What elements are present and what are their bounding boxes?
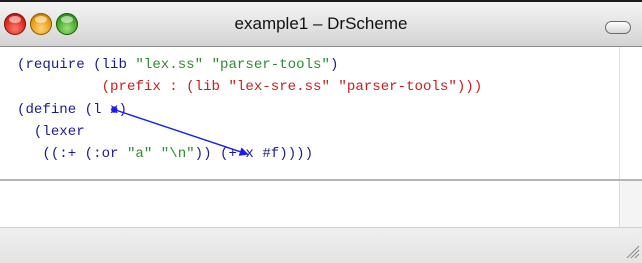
code-line-2: (prefix : (lib "lex-sre.ss" "parser-tool… [101,79,483,96]
title-bar[interactable]: example1 – DrScheme [0,2,642,47]
code-line-5: ((:+ (:or "a" "\n")) (+ x #f)))) [17,146,314,163]
code-line-4: (lexer [17,123,85,140]
status-bar [0,227,642,263]
code-line-3: (define (l x) [17,101,127,118]
window-title: example1 – DrScheme [234,14,408,33]
interactions-scrollbar[interactable] [619,181,642,227]
definitions-editor[interactable]: (require (lib "lex.ss" "parser-tools") (… [0,47,619,179]
editor-scrollbar[interactable] [619,47,642,179]
toolbar-toggle-button[interactable] [605,21,631,34]
code-line-1: (require (lib "lex.ss" "parser-tools") [17,57,339,73]
drscheme-window: example1 – DrScheme (require (lib "lex.s… [0,0,642,263]
resize-grip-icon[interactable] [624,243,640,259]
code-text[interactable]: (require (lib "lex.ss" "parser-tools") (… [17,54,482,165]
body-x: x [245,146,254,163]
interactions-pane[interactable] [0,181,619,227]
define-param-x: x [110,101,119,118]
